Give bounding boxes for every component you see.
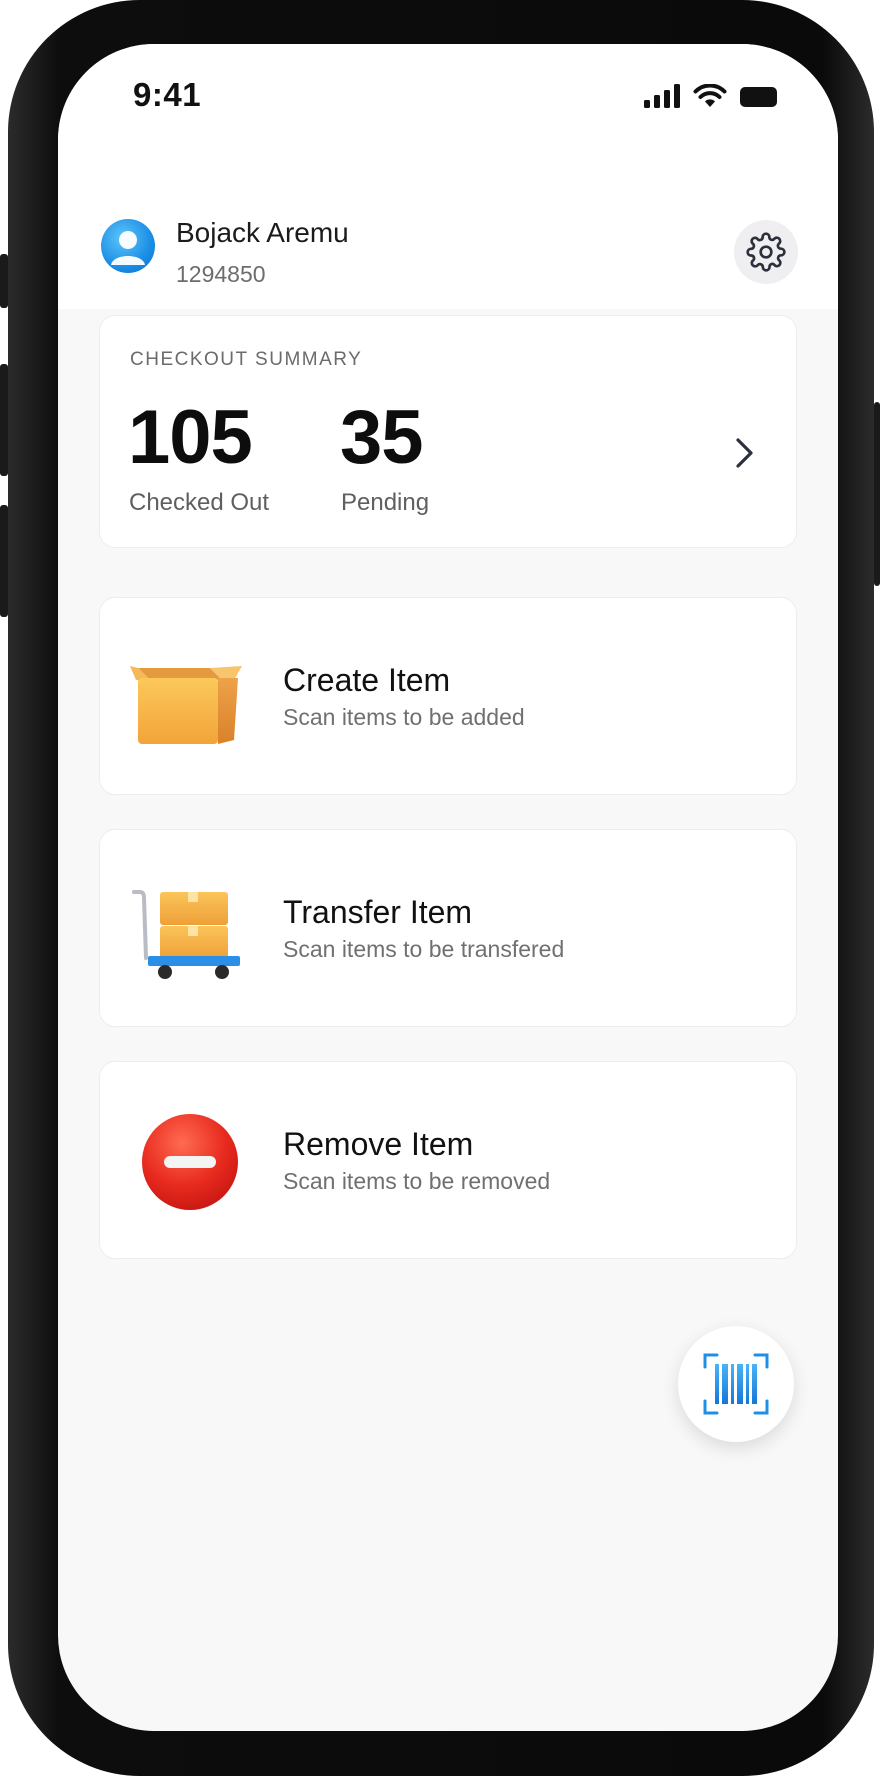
battery-icon xyxy=(740,87,777,107)
pending-label: Pending xyxy=(341,489,430,516)
pending-count: 35 xyxy=(340,395,424,480)
create-item-title: Create Item xyxy=(283,662,451,698)
checkout-summary-card[interactable]: CHECKOUT SUMMARY 105 Checked Out 35 Pend… xyxy=(99,315,797,548)
box-icon xyxy=(130,666,242,744)
gear-icon xyxy=(746,232,786,272)
settings-button[interactable] xyxy=(734,220,798,284)
volume-up-button xyxy=(0,364,8,476)
user-icon xyxy=(111,231,145,265)
signal-icon xyxy=(644,84,680,108)
cart-icon xyxy=(132,890,240,979)
remove-item-title: Remove Item xyxy=(283,1126,474,1162)
checked-out-count: 105 xyxy=(128,395,253,480)
avatar[interactable] xyxy=(101,219,155,273)
mute-switch xyxy=(0,254,8,308)
create-item-subtitle: Scan items to be added xyxy=(283,704,525,730)
transfer-item-card[interactable]: Transfer Item Scan items to be transfere… xyxy=(99,829,797,1027)
volume-down-button xyxy=(0,505,8,617)
user-id: 1294850 xyxy=(176,261,266,287)
checked-out-label: Checked Out xyxy=(129,489,270,516)
create-item-card[interactable]: Create Item Scan items to be added xyxy=(99,597,797,795)
chevron-right-icon[interactable] xyxy=(734,436,756,470)
transfer-item-subtitle: Scan items to be transfered xyxy=(283,936,565,962)
screen: 9:41 Bojack Aremu 1294850 CHECKOUT SUMMA… xyxy=(58,44,838,1731)
summary-label: CHECKOUT SUMMARY xyxy=(130,349,363,370)
status-icons xyxy=(644,82,780,108)
status-bar: 9:41 xyxy=(58,44,838,152)
scan-barcode-button[interactable] xyxy=(678,1326,794,1442)
power-button xyxy=(874,402,880,586)
wifi-icon xyxy=(693,84,727,107)
phone-frame: 9:41 Bojack Aremu 1294850 CHECKOUT SUMMA… xyxy=(0,0,880,1776)
transfer-item-title: Transfer Item xyxy=(283,894,473,930)
remove-icon xyxy=(142,1114,238,1210)
remove-item-card[interactable]: Remove Item Scan items to be removed xyxy=(99,1061,797,1259)
barcode-scan-icon xyxy=(703,1353,769,1415)
remove-item-subtitle: Scan items to be removed xyxy=(283,1168,551,1194)
status-time: 9:41 xyxy=(133,76,202,113)
profile-header: Bojack Aremu 1294850 xyxy=(58,152,838,309)
user-name: Bojack Aremu xyxy=(176,217,349,248)
